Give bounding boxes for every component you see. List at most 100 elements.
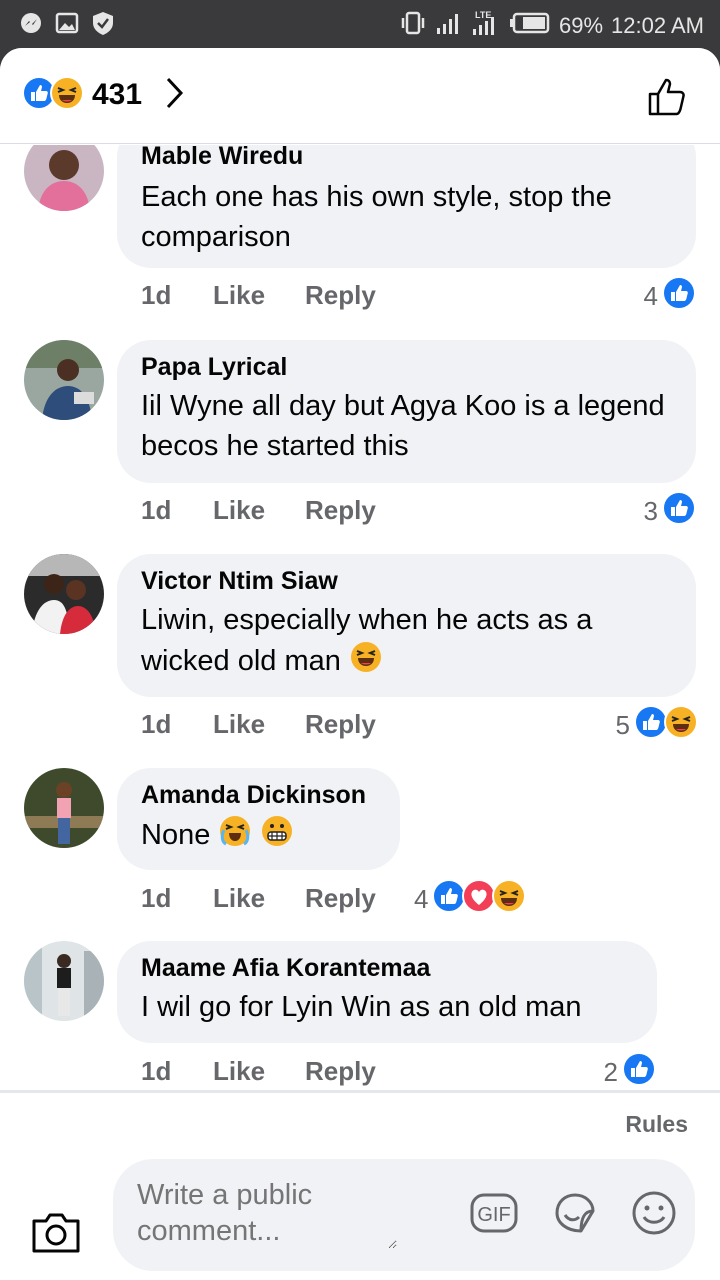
comment-bubble[interactable]: Mable Wiredu Each one has his own style,… (117, 145, 696, 268)
laughing-emoji-icon (349, 640, 383, 685)
crying-emoji-icon (218, 814, 252, 859)
comment-text-content: None (141, 819, 211, 852)
like-post-button[interactable] (646, 74, 690, 122)
comment-author[interactable]: Papa Lyrical (141, 352, 672, 382)
comment-text: None (141, 814, 376, 859)
clock: 12:02 AM (611, 13, 704, 38)
messenger-icon (18, 10, 44, 40)
comment-reaction-count: 5 (615, 710, 630, 740)
comment-text: Liwin, especially when he acts as a wick… (141, 600, 672, 685)
sticker-button[interactable] (551, 1189, 599, 1241)
comment-author[interactable]: Mable Wiredu (141, 145, 672, 171)
gif-button[interactable]: GIF (469, 1190, 519, 1240)
comment-reaction-count: 4 (414, 884, 429, 914)
camera-icon (30, 1213, 82, 1259)
lte-signal-icon: LTE (469, 9, 501, 43)
smiley-icon (632, 1191, 676, 1235)
chevron-right-icon (164, 76, 184, 114)
composer-actions: GIF (469, 1189, 677, 1241)
like-reaction-icon (634, 705, 668, 746)
gif-label: GIF (477, 1204, 510, 1226)
comment-reactions[interactable]: 3 (644, 491, 696, 532)
status-bar-system: LTE 69% 12:02 AM (399, 9, 704, 43)
comment-reaction-count: 3 (643, 496, 658, 526)
avatar[interactable] (24, 340, 104, 420)
thumbs-up-outline-icon (646, 78, 690, 122)
comment-time: 1d (141, 709, 172, 739)
comments-sheet: 431 Mable Wiredu Each one has his own st… (0, 48, 720, 1280)
grimacing-emoji-icon (260, 814, 294, 859)
camera-button[interactable] (30, 1209, 82, 1259)
haha-reaction-icon (664, 705, 698, 746)
sheet-header: 431 (0, 48, 720, 144)
like-reaction-icon (432, 879, 467, 920)
comment: Mable Wiredu Each one has his own style,… (0, 145, 720, 333)
comment-time: 1d (141, 1056, 172, 1086)
comment-reactions[interactable]: 5 (616, 705, 698, 746)
comment-actions: 1d Like Reply (141, 883, 376, 914)
comment-like-button[interactable]: Like (213, 280, 305, 311)
comment: Papa Lyrical Iil Wyne all day but Agya K… (0, 340, 720, 540)
reactions-summary[interactable]: 431 (22, 76, 184, 114)
status-bar: LTE 69% 12:02 AM (0, 0, 720, 48)
emoji-button[interactable] (631, 1190, 677, 1240)
comment-reactions[interactable]: 4 (644, 276, 696, 317)
comment-bubble[interactable]: Papa Lyrical Iil Wyne all day but Agya K… (117, 340, 696, 483)
comments-list: Mable Wiredu Each one has his own style,… (0, 145, 720, 1090)
avatar[interactable] (24, 145, 104, 211)
comment-reply-button[interactable]: Reply (305, 709, 376, 740)
comment-reply-button[interactable]: Reply (305, 1056, 376, 1087)
battery-percent: 69% (559, 13, 604, 38)
haha-reaction-icon (492, 879, 527, 920)
shield-icon (90, 10, 116, 40)
comment-reply-button[interactable]: Reply (305, 883, 376, 914)
comment-actions: 1d Like Reply (141, 709, 376, 740)
vibrate-icon (399, 10, 427, 42)
comment-reactions[interactable]: 2 (604, 1052, 656, 1090)
comment-reaction-count: 4 (643, 281, 658, 311)
like-reaction-icon (622, 1052, 656, 1090)
comment-composer-bar: Rules GIF (0, 1090, 720, 1280)
rules-link[interactable]: Rules (625, 1111, 688, 1138)
comment-reply-button[interactable]: Reply (305, 495, 376, 526)
gallery-icon (54, 10, 80, 40)
love-reaction-icon (462, 879, 497, 920)
comment-bubble[interactable]: Victor Ntim Siaw Liwin, especially when … (117, 554, 696, 697)
comment-reply-button[interactable]: Reply (305, 280, 376, 311)
sticker-icon (555, 1193, 595, 1233)
comment-author[interactable]: Victor Ntim Siaw (141, 566, 672, 596)
reaction-count: 431 (92, 78, 143, 111)
comment-like-button[interactable]: Like (213, 883, 305, 914)
comment-input[interactable] (137, 1177, 397, 1249)
comment-time: 1d (141, 883, 172, 913)
comment-actions: 1d Like Reply (141, 495, 376, 526)
comment-author[interactable]: Amanda Dickinson (141, 780, 376, 810)
avatar[interactable] (24, 768, 104, 848)
comment-text: I wil go for Lyin Win as an old man (141, 991, 582, 1023)
status-bar-notifications (18, 10, 116, 40)
haha-reaction-icon (50, 76, 84, 114)
comment-actions: 1d Like Reply (141, 280, 376, 311)
comment-like-button[interactable]: Like (213, 709, 305, 740)
avatar[interactable] (24, 941, 104, 1021)
comment-time: 1d (141, 495, 172, 525)
comment-reactions[interactable]: 4 (414, 879, 527, 920)
battery-icon (509, 11, 551, 41)
avatar[interactable] (24, 554, 104, 634)
comment: Amanda Dickinson None 1d Like Reply 4 (0, 768, 720, 938)
comment-author[interactable]: Maame Afia Korantemaa (141, 953, 633, 983)
signal-icon (435, 10, 461, 42)
svg-text:LTE: LTE (475, 10, 491, 20)
comment-bubble[interactable]: Amanda Dickinson None (117, 768, 400, 870)
comment-like-button[interactable]: Like (213, 495, 305, 526)
comment-text: Each one has his own style, stop the com… (141, 181, 612, 253)
comment-time: 1d (141, 280, 172, 310)
comment-actions: 1d Like Reply (141, 1056, 376, 1087)
comment-bubble[interactable]: Maame Afia Korantemaa I wil go for Lyin … (117, 941, 657, 1043)
comment-like-button[interactable]: Like (213, 1056, 305, 1087)
like-reaction-icon (662, 276, 696, 317)
comment-reaction-count: 2 (603, 1057, 618, 1087)
comment-text: Iil Wyne all day but Agya Koo is a legen… (141, 390, 665, 462)
like-reaction-icon (662, 491, 696, 532)
comment-composer[interactable]: GIF (113, 1159, 695, 1271)
